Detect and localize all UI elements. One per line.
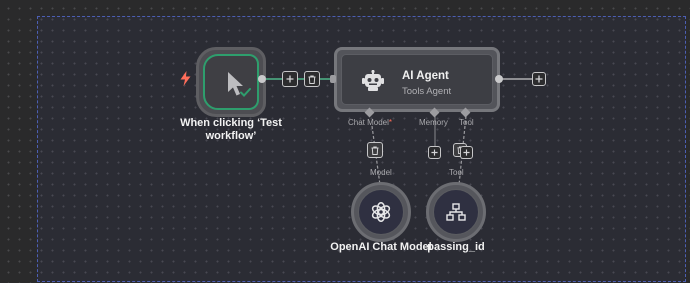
- chat-model-label-text: Chat Model: [348, 118, 389, 127]
- delete-connection-button[interactable]: [304, 71, 320, 87]
- openai-icon: [371, 201, 391, 223]
- agent-output-port[interactable]: [495, 75, 503, 83]
- plus-icon: [431, 149, 438, 156]
- trash-icon: [308, 75, 316, 84]
- agent-subtitle: Tools Agent: [402, 86, 452, 97]
- plus-icon: [286, 75, 294, 83]
- trigger-name-line-2: workflow’: [205, 130, 257, 142]
- trigger-node[interactable]: [196, 47, 266, 117]
- success-check-icon: [240, 84, 251, 102]
- add-memory-button[interactable]: [428, 146, 441, 159]
- ai-agent-node[interactable]: AI Agent Tools Agent: [334, 47, 500, 112]
- model-edge-label: Model: [370, 168, 392, 177]
- agent-title: AI Agent: [402, 70, 449, 82]
- add-node-button[interactable]: [282, 71, 298, 87]
- robot-icon: [362, 69, 384, 97]
- trigger-output-port[interactable]: [258, 75, 266, 83]
- passing-id-tool-body: [433, 189, 479, 235]
- network-icon: [446, 203, 466, 221]
- add-tool-button[interactable]: [460, 146, 473, 159]
- tool-connector-label: Tool: [459, 118, 474, 127]
- required-marker: *: [388, 118, 393, 127]
- openai-chat-model-node[interactable]: [351, 182, 411, 242]
- plus-icon: [463, 149, 470, 156]
- trigger-node-name: When clicking ‘Test workflow’: [176, 117, 286, 143]
- passing-id-tool-node[interactable]: [426, 182, 486, 242]
- openai-chat-model-body: [358, 189, 404, 235]
- memory-connector-label: Memory: [419, 118, 448, 127]
- openai-chat-model-name: OpenAI Chat Model: [330, 241, 432, 253]
- lightning-bolt-icon: [180, 71, 191, 91]
- add-after-agent-button[interactable]: [532, 72, 546, 86]
- trash-icon: [371, 146, 379, 155]
- passing-id-tool-name: passing_id: [427, 241, 485, 253]
- trigger-node-body: [203, 54, 259, 110]
- tool-edge-label: Tool: [449, 168, 464, 177]
- plus-icon: [535, 75, 543, 83]
- delete-model-connection-button[interactable]: [367, 142, 383, 158]
- agent-input-port[interactable]: [330, 75, 336, 83]
- trigger-name-line-1: When clicking ‘Test: [180, 117, 282, 129]
- chat-model-connector-label: Chat Model*: [348, 118, 392, 127]
- ai-agent-node-body: AI Agent Tools Agent: [341, 54, 493, 105]
